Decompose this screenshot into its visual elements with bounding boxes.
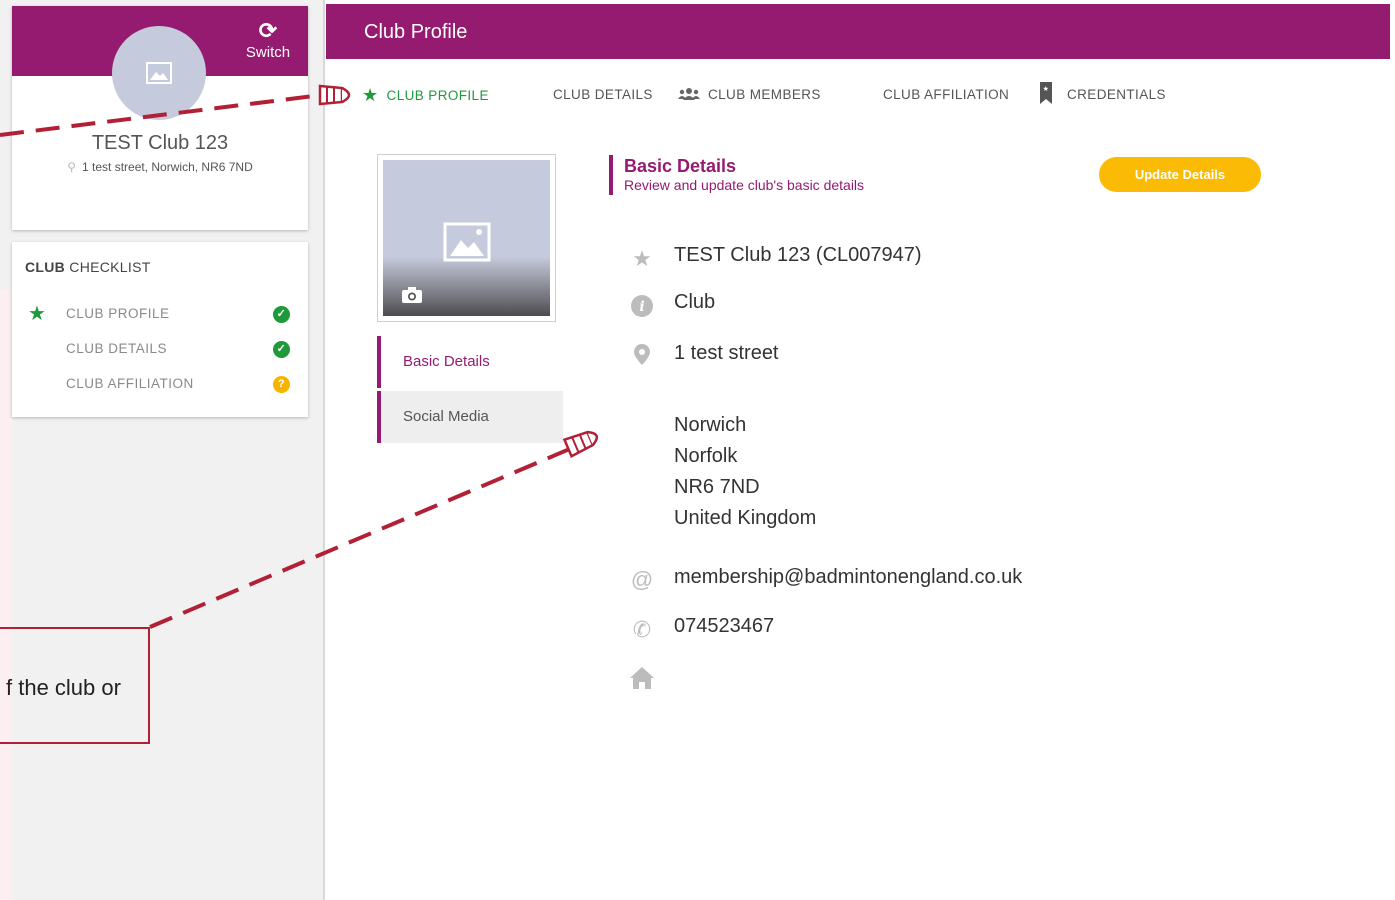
- check-circle-icon: ✓: [273, 341, 290, 358]
- checklist-item-club-details[interactable]: CLUB DETAILS ✓: [12, 338, 308, 362]
- main-header: Club Profile: [326, 4, 1390, 59]
- side-menu-basic-details[interactable]: Basic Details: [377, 336, 563, 388]
- check-circle-icon: ✓: [273, 306, 290, 323]
- address-country: United Kingdom: [674, 507, 817, 529]
- tab-label: CLUB DETAILS: [553, 87, 653, 102]
- tab-label: CLUB AFFILIATION: [883, 87, 1010, 102]
- tab-label: CLUB PROFILE: [386, 88, 489, 103]
- refresh-icon: ⟳: [258, 18, 278, 43]
- camera-icon[interactable]: [401, 286, 423, 310]
- at-icon: @: [630, 567, 654, 592]
- club-address-text: 1 test street, Norwich, NR6 7ND: [82, 160, 253, 174]
- checklist-item-club-profile[interactable]: ★ CLUB PROFILE ✓: [12, 303, 308, 327]
- left-column: ⟳ Switch TEST Club 123 ⚲ 1 test street, N…: [0, 0, 325, 900]
- star-icon: ★: [632, 246, 652, 271]
- star-icon: ★: [28, 303, 47, 325]
- question-circle-icon: ?: [273, 376, 290, 393]
- checklist-item-label: CLUB AFFILIATION: [66, 376, 194, 391]
- address-line1-value: 1 test street: [674, 342, 779, 364]
- address-county: Norfolk: [674, 445, 738, 467]
- profile-tabs: ★ CLUB PROFILE CLUB DETAILS CLUB MEMBERS …: [326, 80, 1390, 110]
- checklist-title: CLUB CHECKLIST: [25, 259, 151, 275]
- section-subtitle: Review and update club's basic details: [624, 177, 865, 193]
- checklist-item-label: CLUB DETAILS: [66, 341, 168, 356]
- svg-text:★: ★: [1043, 85, 1050, 93]
- info-icon: i: [625, 294, 659, 324]
- club-photo[interactable]: [377, 154, 556, 322]
- switch-button[interactable]: ⟳ Switch: [240, 20, 296, 62]
- home-icon: [625, 666, 659, 696]
- bookmark-icon: ★: [1040, 82, 1052, 104]
- address-postcode: NR6 7ND: [674, 476, 760, 498]
- users-icon: [678, 88, 700, 100]
- phone-icon: ✆: [632, 617, 652, 642]
- club-type-value: Club: [674, 291, 716, 313]
- star-icon: ★: [362, 85, 379, 105]
- checklist-item-label: CLUB PROFILE: [66, 306, 170, 321]
- map-pin-icon: [625, 344, 659, 372]
- checklist-title-rest: CHECKLIST: [69, 259, 151, 275]
- tab-label: CREDENTIALS: [1067, 87, 1166, 102]
- tab-label: CLUB MEMBERS: [708, 87, 821, 102]
- switch-label: Switch: [245, 44, 291, 61]
- image-placeholder-icon: [146, 62, 172, 84]
- email-value: membership@badmintonengland.co.uk: [674, 566, 1023, 588]
- background-strip: [0, 290, 12, 900]
- svg-text:i: i: [639, 299, 644, 315]
- phone-value: 074523467: [674, 615, 775, 637]
- shuttlecock-icon: [562, 430, 599, 459]
- club-avatar[interactable]: [112, 26, 206, 120]
- section-title: Basic Details: [624, 156, 737, 176]
- section-header: Basic Details Review and update club's b…: [609, 155, 864, 195]
- checklist-title-bold: CLUB: [25, 259, 66, 275]
- checklist-item-club-affiliation[interactable]: CLUB AFFILIATION ?: [12, 373, 308, 397]
- tab-credentials[interactable]: ★ CREDENTIALS: [1039, 80, 1166, 110]
- tab-club-profile[interactable]: ★ CLUB PROFILE: [362, 80, 489, 110]
- page-title: Club Profile: [364, 21, 468, 43]
- club-photo-placeholder: [383, 160, 550, 316]
- club-name-value: TEST Club 123 (CL007947): [674, 244, 922, 266]
- club-name: TEST Club 123: [91, 132, 229, 154]
- tab-club-details[interactable]: CLUB DETAILS: [553, 80, 653, 110]
- tab-club-affiliation[interactable]: CLUB AFFILIATION: [883, 80, 1009, 110]
- side-menu-social-media[interactable]: Social Media: [377, 391, 563, 443]
- map-pin-icon: ⚲: [67, 160, 77, 174]
- club-profile-card: ⟳ Switch TEST Club 123 ⚲ 1 test street, N…: [12, 6, 308, 230]
- image-placeholder-icon: [443, 222, 490, 262]
- club-address: ⚲ 1 test street, Norwich, NR6 7ND: [12, 160, 308, 174]
- tab-club-members[interactable]: CLUB MEMBERS: [678, 80, 821, 110]
- instruction-callout-text: f the club or: [6, 675, 121, 700]
- address-city: Norwich: [674, 414, 747, 436]
- update-details-button[interactable]: Update Details: [1099, 157, 1261, 192]
- club-checklist-card: CLUB CHECKLIST ★ CLUB PROFILE ✓ CLUB DET…: [12, 242, 308, 417]
